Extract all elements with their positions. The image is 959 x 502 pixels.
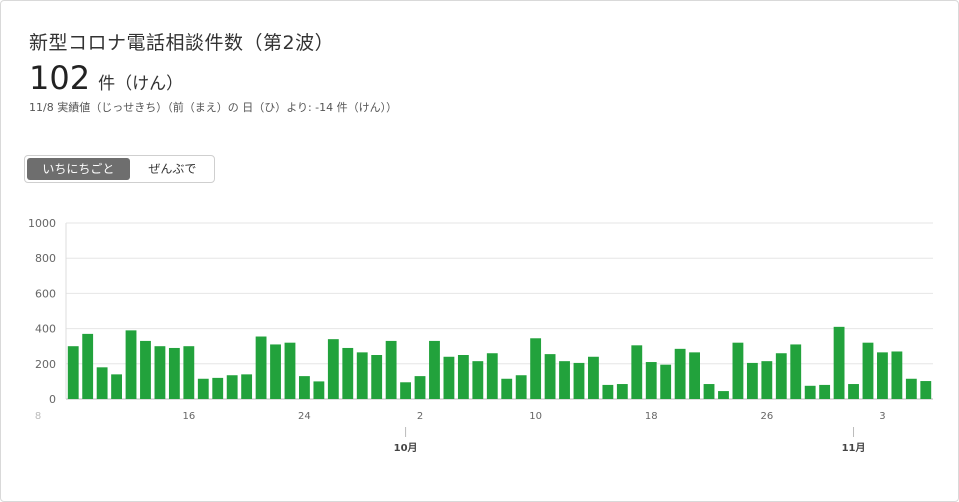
bar[interactable] xyxy=(226,375,238,399)
bar[interactable] xyxy=(920,381,932,399)
bar[interactable] xyxy=(125,330,137,399)
bar[interactable] xyxy=(631,345,643,399)
bar[interactable] xyxy=(299,376,310,399)
bar[interactable] xyxy=(530,338,542,399)
bar[interactable] xyxy=(197,378,209,399)
x-axis: 8 16 24 2 10 18 26 3 10月 11月 xyxy=(35,411,886,454)
x-tick-label: 3 xyxy=(879,411,885,422)
bar[interactable] xyxy=(775,353,787,399)
bar[interactable] xyxy=(602,384,614,399)
bar[interactable] xyxy=(385,340,397,399)
bar[interactable] xyxy=(371,355,383,399)
bar[interactable] xyxy=(573,362,585,399)
current-value: 102 件（けん） xyxy=(29,59,183,97)
chart-grid xyxy=(66,222,933,400)
month-label: 11月 xyxy=(842,442,866,454)
bar[interactable] xyxy=(284,342,296,399)
bar[interactable] xyxy=(848,384,859,399)
x-tick-label: 18 xyxy=(645,411,658,422)
bar[interactable] xyxy=(168,347,180,399)
month-label: 10月 xyxy=(394,442,418,454)
bar[interactable] xyxy=(833,326,845,399)
bar[interactable] xyxy=(732,342,744,399)
bar[interactable] xyxy=(645,362,657,399)
bar[interactable] xyxy=(429,340,440,399)
view-toggle: いちにちごと ぜんぶで xyxy=(24,155,215,183)
toggle-cumulative-button[interactable]: ぜんぶで xyxy=(133,158,212,180)
bar[interactable] xyxy=(819,384,831,399)
y-tick-label: 800 xyxy=(35,252,56,265)
bar[interactable] xyxy=(183,346,195,399)
bar[interactable] xyxy=(660,364,672,399)
x-tick-label: 10 xyxy=(529,411,542,422)
bar[interactable] xyxy=(67,346,79,399)
card-title: 新型コロナ電話相談件数（第2波） xyxy=(29,32,335,54)
y-tick-label: 600 xyxy=(35,287,56,300)
bar[interactable] xyxy=(270,344,281,399)
bar[interactable] xyxy=(703,384,715,399)
bar[interactable] xyxy=(877,352,888,399)
bar[interactable] xyxy=(82,333,94,399)
y-tick-label: 0 xyxy=(49,393,56,406)
y-tick-label: 400 xyxy=(35,323,56,336)
value-number: 102 xyxy=(29,59,91,97)
bar[interactable] xyxy=(544,354,556,399)
bar[interactable] xyxy=(746,362,758,399)
bar[interactable] xyxy=(457,355,469,399)
y-tick-label: 1000 xyxy=(28,217,56,230)
bar[interactable] xyxy=(616,384,628,399)
bar[interactable] xyxy=(342,347,354,399)
bar[interactable] xyxy=(356,352,368,399)
y-axis: 0 200 400 600 800 1000 xyxy=(28,217,67,406)
bar[interactable] xyxy=(154,346,166,399)
x-tick-label: 26 xyxy=(760,411,773,422)
bar[interactable] xyxy=(862,342,874,399)
bar[interactable] xyxy=(472,361,484,399)
bar[interactable] xyxy=(588,356,599,399)
bar[interactable] xyxy=(486,353,498,399)
bar[interactable] xyxy=(718,391,729,399)
bar[interactable] xyxy=(689,352,700,399)
bar[interactable] xyxy=(804,385,816,399)
chart-bars xyxy=(67,326,932,399)
bar[interactable] xyxy=(400,382,411,399)
bar[interactable] xyxy=(111,374,122,399)
bar[interactable] xyxy=(905,378,917,399)
x-tick-label: 16 xyxy=(182,411,195,422)
bar[interactable] xyxy=(501,378,513,399)
value-subtitle: 11/8 実績値（じっせきち）（前（まえ）の 日（ひ）より: -14 件（けん）… xyxy=(29,101,398,114)
bar[interactable] xyxy=(674,348,686,399)
bar[interactable] xyxy=(559,361,570,399)
bar[interactable] xyxy=(255,336,267,399)
bar[interactable] xyxy=(515,375,527,399)
x-tick-label: 8 xyxy=(35,411,41,422)
bar[interactable] xyxy=(790,344,802,399)
y-tick-label: 200 xyxy=(35,358,56,371)
bar[interactable] xyxy=(891,351,903,399)
x-tick-label: 2 xyxy=(417,411,423,422)
value-unit: 件（けん） xyxy=(98,74,184,94)
bar[interactable] xyxy=(96,367,108,399)
bar[interactable] xyxy=(327,339,339,399)
bar[interactable] xyxy=(212,377,224,399)
bar-chart: 0 200 400 600 800 1000 8 16 24 2 10 18 26 3 10月 11月 xyxy=(28,217,933,454)
toggle-daily-button[interactable]: いちにちごと xyxy=(27,158,130,180)
bar[interactable] xyxy=(443,356,455,399)
bar[interactable] xyxy=(140,340,151,399)
x-tick-label: 24 xyxy=(298,411,311,422)
bar[interactable] xyxy=(414,376,426,399)
bar[interactable] xyxy=(241,374,253,399)
bar[interactable] xyxy=(313,381,325,399)
bar[interactable] xyxy=(761,361,773,399)
